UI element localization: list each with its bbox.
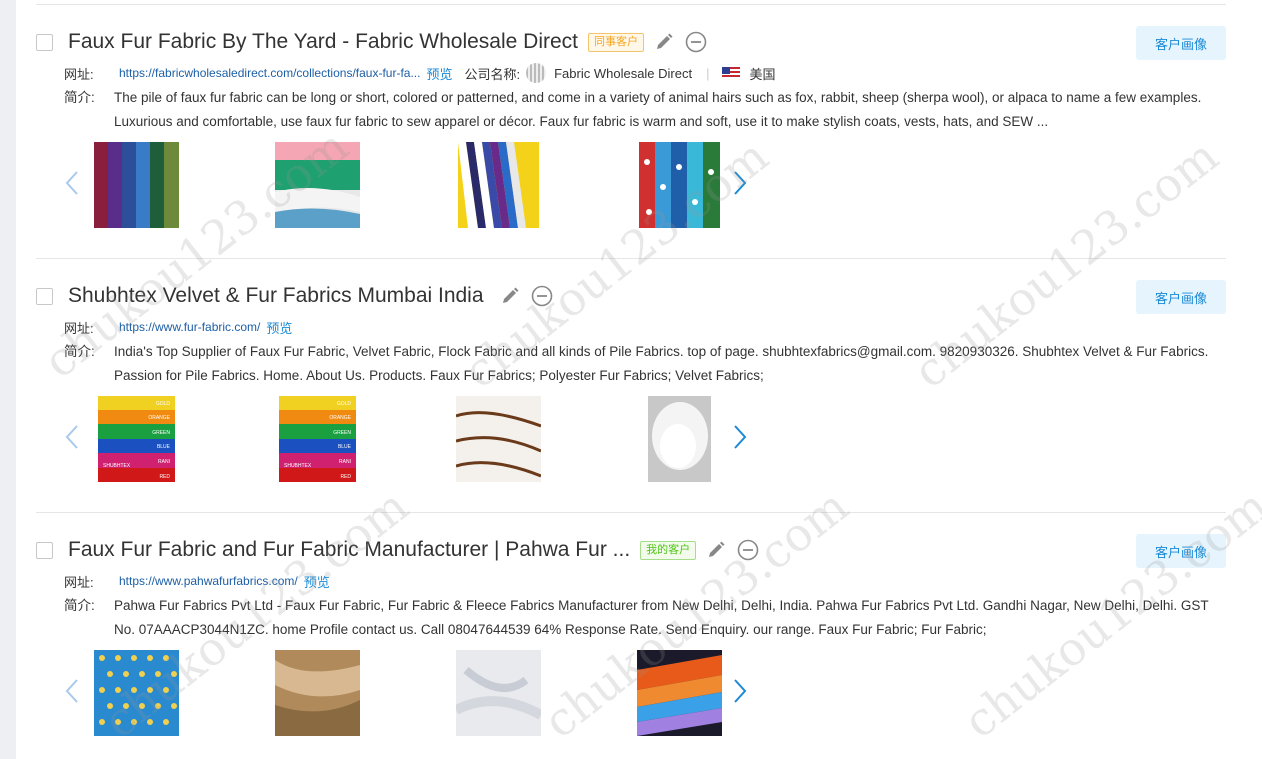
image-carousel: GOLD ORANGE GREEN BLUE RANI RED SHUBHTEX: [64, 396, 764, 482]
result-card-2: Shubhtex Velvet & Fur Fabrics Mumbai Ind…: [36, 278, 1226, 532]
description-label: 简介:: [64, 344, 95, 359]
swatch-label: RED: [159, 474, 170, 480]
edit-icon[interactable]: [704, 538, 728, 562]
remove-icon[interactable]: [684, 30, 708, 54]
company-label: 公司名称:: [464, 66, 521, 82]
swatch-label: RED: [340, 474, 351, 480]
product-image[interactable]: [639, 142, 720, 228]
result-title[interactable]: Faux Fur Fabric By The Yard - Fabric Who…: [68, 30, 578, 54]
title-row: Shubhtex Velvet & Fur Fabrics Mumbai Ind…: [68, 278, 554, 314]
url-row: 网址: https://www.pahwafurfabrics.com/ 预览: [64, 571, 330, 591]
url-link[interactable]: https://www.pahwafurfabrics.com/: [119, 574, 298, 588]
description-label: 简介:: [64, 598, 95, 613]
select-checkbox[interactable]: [36, 542, 53, 559]
preview-link[interactable]: 预览: [266, 318, 292, 337]
remove-icon[interactable]: [736, 538, 760, 562]
title-row: Faux Fur Fabric and Fur Fabric Manufactu…: [68, 532, 760, 568]
product-image[interactable]: GOLD ORANGE GREEN BLUE RANI RED SHUBHTEX: [279, 396, 356, 482]
preview-link[interactable]: 预览: [304, 572, 330, 591]
description-text: Pahwa Fur Fabrics Pvt Ltd - Faux Fur Fab…: [114, 598, 1209, 637]
title-row: Faux Fur Fabric By The Yard - Fabric Who…: [68, 24, 708, 60]
result-card-1: Faux Fur Fabric By The Yard - Fabric Who…: [36, 24, 1226, 278]
select-checkbox[interactable]: [36, 288, 53, 305]
result-title[interactable]: Shubhtex Velvet & Fur Fabrics Mumbai Ind…: [68, 284, 484, 308]
chevron-right-icon[interactable]: [732, 676, 748, 706]
swatch-label: GREEN: [333, 430, 351, 436]
swatch-label: ORANGE: [148, 415, 170, 421]
swatch-label: BLUE: [157, 444, 171, 450]
country: 美国: [749, 66, 776, 82]
url-row: 网址: https://fabricwholesaledirect.com/co…: [64, 63, 776, 83]
top-divider: [36, 4, 1226, 5]
customer-profile-button[interactable]: 客户画像: [1136, 534, 1226, 568]
image-carousel: [64, 142, 764, 228]
product-image[interactable]: [94, 142, 179, 228]
product-image[interactable]: [275, 142, 360, 228]
brand-label: SHUBHTEX: [103, 463, 131, 469]
image-carousel: [64, 650, 764, 736]
divider: [36, 258, 1226, 259]
chevron-right-icon[interactable]: [732, 168, 748, 198]
chevron-left-icon[interactable]: [64, 422, 80, 452]
remove-icon[interactable]: [530, 284, 554, 308]
product-image[interactable]: [94, 650, 179, 736]
chevron-right-icon[interactable]: [732, 422, 748, 452]
product-image[interactable]: [456, 396, 541, 482]
us-flag-icon: [721, 67, 740, 79]
company-name: Fabric Wholesale Direct: [554, 65, 693, 81]
product-image[interactable]: [456, 650, 541, 736]
customer-profile-button[interactable]: 客户画像: [1136, 26, 1226, 60]
description-text: India's Top Supplier of Faux Fur Fabric,…: [114, 344, 1209, 383]
edit-icon[interactable]: [652, 30, 676, 54]
swatch-label: BLUE: [338, 444, 352, 450]
results-list: Faux Fur Fabric By The Yard - Fabric Who…: [36, 0, 1226, 759]
result-title[interactable]: Faux Fur Fabric and Fur Fabric Manufactu…: [68, 538, 630, 562]
product-image[interactable]: [458, 142, 539, 228]
url-label: 网址:: [64, 66, 94, 82]
url-link[interactable]: https://www.fur-fabric.com/: [119, 320, 260, 334]
result-card-3: Faux Fur Fabric and Fur Fabric Manufactu…: [36, 532, 1226, 759]
edit-icon[interactable]: [498, 284, 522, 308]
description-row: 简介: India's Top Supplier of Faux Fur Fab…: [64, 340, 1224, 388]
select-checkbox[interactable]: [36, 34, 53, 51]
chevron-left-icon[interactable]: [64, 168, 80, 198]
preview-link[interactable]: 预览: [426, 64, 452, 83]
separator: |: [706, 65, 710, 81]
url-link[interactable]: https://fabricwholesaledirect.com/collec…: [119, 66, 420, 80]
url-row: 网址: https://www.fur-fabric.com/ 预览: [64, 317, 292, 337]
swatch-label: RANI: [158, 459, 170, 465]
swatch-label: RANI: [339, 459, 351, 465]
url-label: 网址:: [64, 574, 94, 590]
brand-label: SHUBHTEX: [284, 463, 312, 469]
product-image[interactable]: [275, 650, 360, 736]
chevron-left-icon[interactable]: [64, 676, 80, 706]
swatch-label: ORANGE: [329, 415, 351, 421]
company-logo: [526, 63, 547, 83]
swatch-label: GOLD: [337, 401, 352, 407]
divider: [36, 512, 1226, 513]
url-label: 网址:: [64, 320, 94, 336]
left-rail: [0, 0, 16, 759]
product-image[interactable]: GOLD ORANGE GREEN BLUE RANI RED SHUBHTEX: [98, 396, 175, 482]
description-row: 简介: The pile of faux fur fabric can be l…: [64, 86, 1224, 134]
description-label: 简介:: [64, 90, 95, 105]
swatch-label: GREEN: [152, 430, 170, 436]
customer-tag: 同事客户: [588, 32, 644, 52]
description-text: The pile of faux fur fabric can be long …: [114, 90, 1202, 129]
product-image[interactable]: [648, 396, 711, 482]
customer-profile-button[interactable]: 客户画像: [1136, 280, 1226, 314]
product-image[interactable]: [637, 650, 722, 736]
swatch-label: GOLD: [156, 401, 171, 407]
customer-tag: 我的客户: [640, 540, 697, 560]
description-row: 简介: Pahwa Fur Fabrics Pvt Ltd - Faux Fur…: [64, 594, 1224, 642]
